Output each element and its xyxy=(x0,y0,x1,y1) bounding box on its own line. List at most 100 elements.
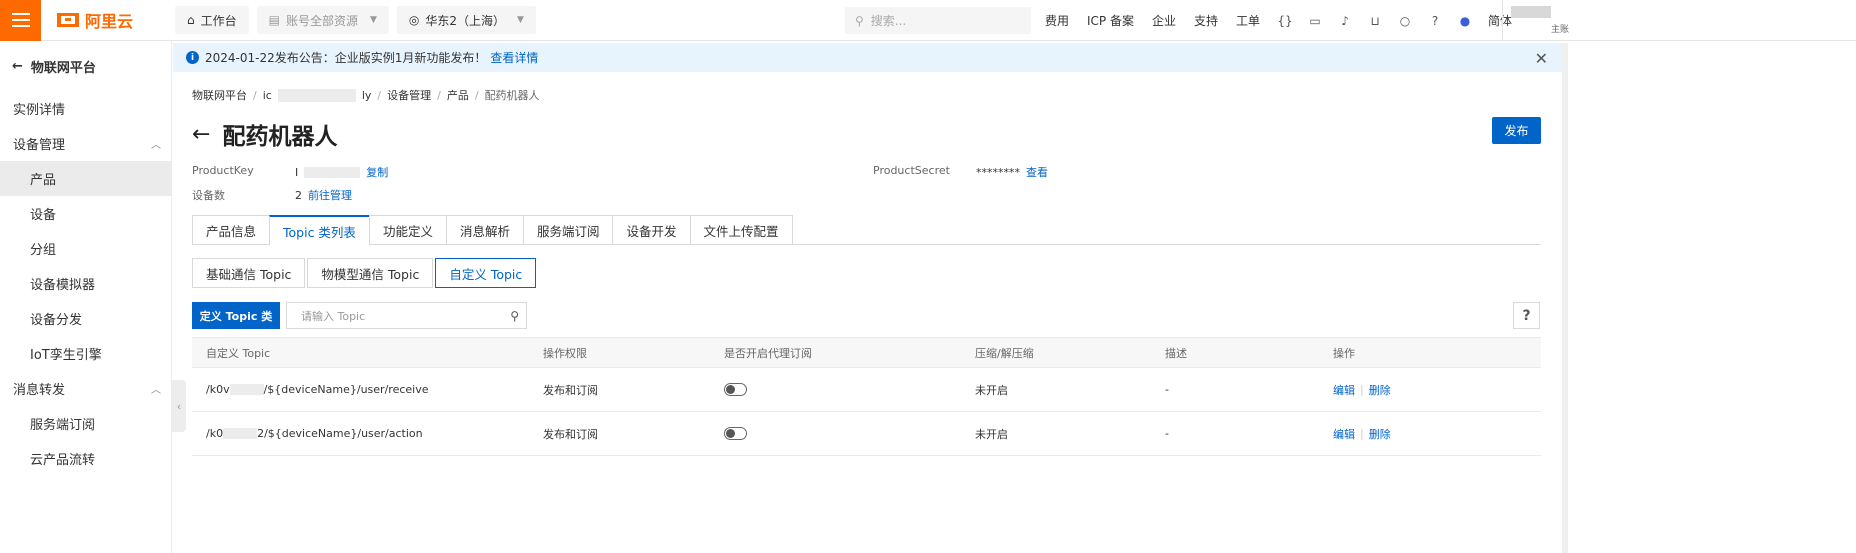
redacted-text xyxy=(229,384,264,395)
announcement-link[interactable]: 查看详情 xyxy=(490,49,538,66)
sidebar-item-cloud-flow[interactable]: 云产品流转 xyxy=(0,441,171,476)
region-selector[interactable]: ◎ 华东2（上海） ▼ xyxy=(396,6,536,34)
col-topic: 自定义 Topic xyxy=(206,346,271,360)
lightbulb-icon[interactable]: ○ xyxy=(1398,14,1412,28)
bell-icon[interactable]: ♪ xyxy=(1338,14,1352,28)
table-row: /k0v /${deviceName}/user/receive 发布和订阅 未开… xyxy=(192,368,1541,412)
col-desc: 描述 xyxy=(1165,346,1187,360)
user-account[interactable]: 主账 xyxy=(1502,0,1856,41)
search-icon: ⚲ xyxy=(855,13,864,28)
tab-topic-list[interactable]: Topic 类列表 xyxy=(269,215,369,246)
breadcrumb-instance[interactable]: ic xyxy=(263,89,272,102)
sidebar: ← 物联网平台 实例详情 设备管理 ︿ 产品 设备 分组 设备模拟器 设备分发 Io… xyxy=(0,41,172,553)
link-enterprise[interactable]: 企业 xyxy=(1152,12,1176,29)
sidebar-back[interactable]: ← 物联网平台 xyxy=(0,41,171,91)
breadcrumb-iot[interactable]: 物联网平台 xyxy=(192,87,247,103)
topic-search-input[interactable]: 请输入 Topic ⚲ xyxy=(286,302,527,329)
manage-devices-link[interactable]: 前往管理 xyxy=(308,187,352,203)
publish-button[interactable]: 发布 xyxy=(1492,117,1541,144)
sidebar-group-device-mgmt[interactable]: 设备管理 ︿ xyxy=(0,126,171,161)
close-icon[interactable]: ✕ xyxy=(1535,49,1548,68)
sidebar-item-twin-engine[interactable]: IoT孪生引擎 xyxy=(0,336,171,371)
sidebar-item-product[interactable]: 产品 xyxy=(0,161,171,196)
home-icon: ⌂ xyxy=(187,13,195,27)
table-row: /k0 2/${deviceName}/user/action 发布和订阅 未开启… xyxy=(192,412,1541,456)
segment-basic-topic[interactable]: 基础通信 Topic xyxy=(192,258,306,288)
arrow-left-icon: ← xyxy=(12,58,23,74)
workbench-label: 工作台 xyxy=(200,13,237,28)
sidebar-item-distribution[interactable]: 设备分发 xyxy=(0,301,171,336)
copy-link[interactable]: 复制 xyxy=(366,164,388,180)
product-secret-label: ProductSecret xyxy=(873,164,950,177)
breadcrumb-product[interactable]: 产品 xyxy=(447,87,469,103)
search-icon[interactable]: ⚲ xyxy=(510,309,519,323)
aliyun-logo[interactable]: 阿里云 xyxy=(57,8,149,32)
delete-link[interactable]: 删除 xyxy=(1369,382,1391,398)
link-icp[interactable]: ICP 备案 xyxy=(1087,12,1134,29)
assistant-icon[interactable]: ● xyxy=(1458,14,1472,28)
view-secret-link[interactable]: 查看 xyxy=(1026,164,1048,180)
location-icon: ◎ xyxy=(408,13,420,27)
sidebar-group-message[interactable]: 消息转发 ︿ xyxy=(0,371,171,406)
chevron-left-icon: ‹ xyxy=(176,399,182,413)
link-cost[interactable]: 费用 xyxy=(1045,12,1069,29)
sidebar-group-label: 消息转发 xyxy=(13,383,66,398)
proxy-sub-toggle[interactable] xyxy=(724,383,747,396)
code-icon[interactable]: {} xyxy=(1277,14,1292,28)
delete-link[interactable]: 删除 xyxy=(1369,426,1391,442)
terminal-icon[interactable]: ▭ xyxy=(1308,14,1322,28)
account-resources-button[interactable]: ▤ 账号全部资源 ▼ xyxy=(256,6,389,34)
col-compress: 压缩/解压缩 xyxy=(975,346,1034,360)
resource-icon: ▤ xyxy=(268,13,280,27)
edit-link[interactable]: 编辑 xyxy=(1333,382,1355,398)
tab-server-sub[interactable]: 服务端订阅 xyxy=(522,215,613,245)
breadcrumb-device-mgmt[interactable]: 设备管理 xyxy=(387,87,431,103)
table-header: 自定义 Topic 操作权限 是否开启代理订阅 压缩/解压缩 描述 操作 xyxy=(192,337,1541,368)
help-button[interactable]: ? xyxy=(1513,302,1540,329)
define-topic-button[interactable]: 定义 Topic 类 xyxy=(192,302,280,329)
scrollbar[interactable] xyxy=(1562,43,1568,553)
topic-search-placeholder: 请输入 Topic xyxy=(301,309,366,323)
chevron-down-icon: ▼ xyxy=(517,15,524,25)
topic-prefix: /k0 xyxy=(206,427,224,440)
compress-cell: 未开启 xyxy=(975,427,1008,441)
breadcrumb-current: 配药机器人 xyxy=(484,89,540,102)
segment-tsl-topic[interactable]: 物模型通信 Topic xyxy=(307,258,434,288)
segment-custom-topic[interactable]: 自定义 Topic xyxy=(435,258,537,288)
tab-function-def[interactable]: 功能定义 xyxy=(368,215,446,245)
topic-suffix: /${deviceName}/user/receive xyxy=(263,383,429,396)
workbench-button[interactable]: ⌂ 工作台 xyxy=(175,6,249,34)
sidebar-item-instance[interactable]: 实例详情 xyxy=(0,91,171,126)
product-key-prefix: I xyxy=(295,165,299,179)
link-support[interactable]: 支持 xyxy=(1194,12,1218,29)
device-count: 2 xyxy=(295,188,302,202)
sidebar-collapse-handle[interactable]: ‹ xyxy=(172,380,186,432)
link-ticket[interactable]: 工单 xyxy=(1236,12,1260,29)
cart-icon[interactable]: ⊔ xyxy=(1368,14,1382,28)
sidebar-item-device[interactable]: 设备 xyxy=(0,196,171,231)
help-icon[interactable]: ? xyxy=(1428,14,1442,28)
chevron-up-icon: ︿ xyxy=(151,385,161,396)
account-resources-label: 账号全部资源 xyxy=(285,13,358,28)
sidebar-item-server-sub[interactable]: 服务端订阅 xyxy=(0,406,171,441)
tab-device-dev[interactable]: 设备开发 xyxy=(612,215,690,245)
topic-table: 自定义 Topic 操作权限 是否开启代理订阅 压缩/解压缩 描述 操作 /k0… xyxy=(192,337,1541,456)
sidebar-item-simulator[interactable]: 设备模拟器 xyxy=(0,266,171,301)
sidebar-item-group[interactable]: 分组 xyxy=(0,231,171,266)
menu-icon[interactable] xyxy=(0,0,41,41)
proxy-sub-toggle[interactable] xyxy=(724,427,747,440)
aliyun-logo-mark-icon xyxy=(57,13,79,27)
permission-cell: 发布和订阅 xyxy=(543,383,598,397)
breadcrumb-instance-suffix[interactable]: ly xyxy=(362,89,372,102)
global-search-input[interactable]: ⚲ 搜索... xyxy=(845,7,1031,34)
user-role: 主账 xyxy=(1551,25,1570,35)
back-arrow-icon[interactable]: ← xyxy=(192,122,210,147)
topic-cell: /k0 2/${deviceName}/user/action xyxy=(206,412,423,455)
tab-message-parse[interactable]: 消息解析 xyxy=(445,215,523,245)
edit-link[interactable]: 编辑 xyxy=(1333,426,1355,442)
tab-product-info[interactable]: 产品信息 xyxy=(192,215,270,245)
tab-file-upload[interactable]: 文件上传配置 xyxy=(689,215,793,245)
avatar xyxy=(1511,6,1551,18)
topic-suffix: 2/${deviceName}/user/action xyxy=(257,427,423,440)
product-tabs: 产品信息 Topic 类列表 功能定义 消息解析 服务端订阅 设备开发 文件上传… xyxy=(192,215,1541,246)
